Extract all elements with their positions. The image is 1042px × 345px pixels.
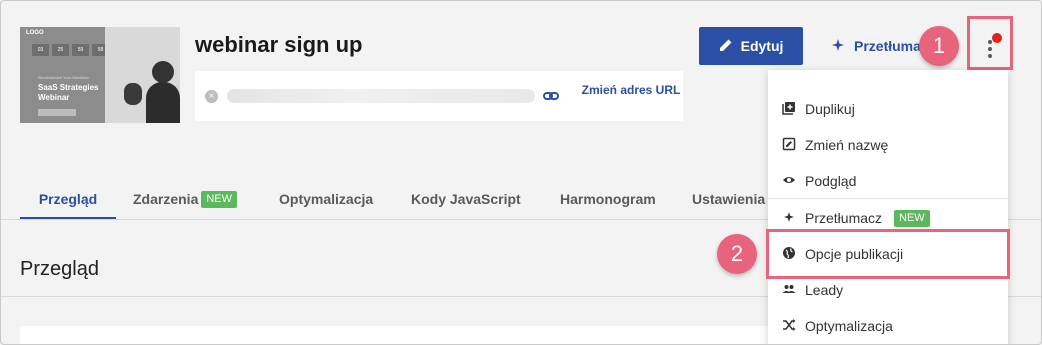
menu-item-rename[interactable]: Zmień nazwę	[768, 128, 1008, 162]
thumbnail-title-line: Webinar	[38, 93, 70, 102]
highlight-publish-options	[766, 229, 1010, 279]
tab-events[interactable]: Zdarzenia NEW	[133, 181, 238, 220]
url-box: × Zmień adres URL	[195, 71, 683, 121]
thumbnail-cta	[38, 109, 76, 116]
menu-item-label: Leady	[805, 282, 844, 298]
menu-item-optimization[interactable]: Optymalizacja	[768, 309, 1008, 343]
people-icon	[782, 282, 796, 299]
pencil-icon	[719, 38, 733, 55]
section-title: Przegląd	[20, 258, 99, 280]
tab-label: Ustawienia	[692, 191, 766, 207]
clear-icon[interactable]: ×	[205, 90, 218, 103]
menu-item-duplicate[interactable]: Duplikuj	[768, 92, 1008, 126]
tab-label: Optymalizacja	[279, 191, 374, 207]
page-title: webinar sign up	[195, 32, 363, 57]
sparkle-icon	[782, 210, 796, 227]
tab-schedule[interactable]: Harmonogram	[560, 181, 656, 220]
edit-button-label: Edytuj	[740, 38, 784, 54]
translate-button[interactable]: Przetłumacz	[831, 27, 931, 65]
change-url-link[interactable]: Zmień adres URL	[579, 84, 683, 97]
more-options-button[interactable]	[967, 16, 1013, 70]
tab-label: Przegląd	[38, 191, 98, 207]
microphone-icon	[124, 83, 142, 105]
countdown-cell: 59	[72, 44, 89, 56]
sparkle-icon	[831, 38, 845, 55]
page-thumbnail[interactable]: LOGO 03 25 59 58 Revolutionize Your Work…	[20, 27, 180, 123]
menu-divider	[768, 198, 1008, 199]
tab-label: Zdarzenia	[133, 191, 199, 207]
thumbnail-person-body	[146, 82, 180, 123]
tab-javascript[interactable]: Kody JavaScript	[411, 181, 521, 220]
more-vertical-icon	[988, 40, 992, 61]
step-badge-2: 2	[717, 234, 757, 274]
countdown-cell: 25	[52, 44, 69, 56]
rename-icon	[782, 137, 796, 154]
menu-item-label: Zmień nazwę	[805, 137, 889, 153]
tab-bar: Przegląd Zdarzenia NEW Optymalizacja Kod…	[20, 181, 780, 221]
thumbnail-logo: LOGO	[26, 30, 44, 36]
blurred-url	[227, 89, 535, 103]
thumbnail-title-line: SaaS Strategies	[38, 83, 99, 92]
link-icon	[543, 89, 559, 108]
edit-button[interactable]: Edytuj	[699, 27, 803, 65]
tab-settings[interactable]: Ustawienia	[692, 181, 765, 220]
tab-label: Kody JavaScript	[411, 191, 521, 207]
new-badge: NEW	[894, 209, 930, 227]
thumbnail-promo: Revolutionize Your Workflow	[38, 75, 89, 80]
menu-item-label: Duplikuj	[805, 101, 855, 117]
notification-dot	[992, 33, 1002, 43]
content-card	[20, 326, 780, 344]
tab-optimization[interactable]: Optymalizacja	[279, 181, 373, 220]
thumbnail-title: SaaS Strategies Webinar	[38, 83, 98, 103]
duplicate-icon	[782, 101, 796, 118]
menu-item-preview[interactable]: Podgląd	[768, 164, 1008, 198]
thumbnail-countdown: 03 25 59 58	[32, 44, 109, 56]
step-badge-1: 1	[919, 26, 959, 66]
tab-overview[interactable]: Przegląd	[20, 181, 116, 220]
shuffle-icon	[782, 318, 796, 335]
thumbnail-person-head	[152, 61, 174, 83]
menu-item-label: Przetłumacz	[805, 210, 883, 226]
countdown-cell: 03	[32, 44, 49, 56]
app-window: LOGO 03 25 59 58 Revolutionize Your Work…	[0, 0, 1042, 345]
menu-item-label: Optymalizacja	[805, 318, 893, 334]
new-badge: NEW	[201, 191, 238, 208]
menu-item-label: Podgląd	[805, 173, 857, 189]
more-options-menu: Duplikuj Zmień nazwę Podgląd Przetłumacz…	[768, 70, 1008, 344]
eye-icon	[782, 173, 796, 190]
tab-label: Harmonogram	[560, 191, 656, 207]
